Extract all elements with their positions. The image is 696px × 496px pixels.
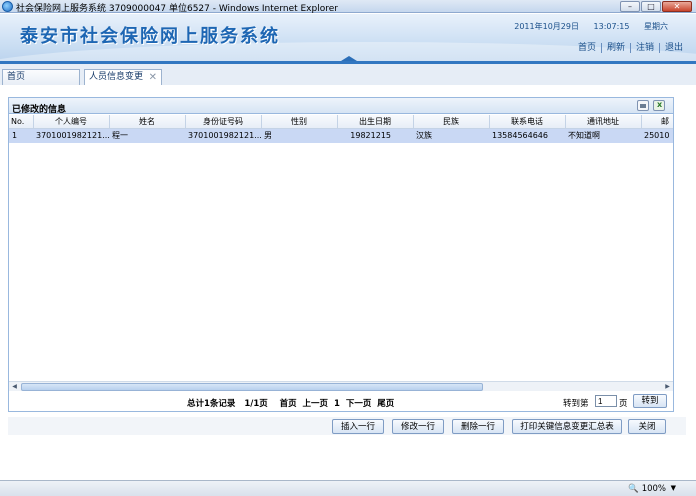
- table-row[interactable]: 1 3701001982121... 程一 3701001982121... 男…: [9, 128, 673, 143]
- grid-caption: 已修改的信息: [12, 105, 67, 115]
- pager-first[interactable]: 首页: [280, 399, 297, 409]
- cell-address: 不知道啊: [565, 128, 641, 143]
- edit-row-button[interactable]: 修改一行: [392, 419, 444, 434]
- goto-label: 转到第: [563, 399, 589, 409]
- goto-button[interactable]: 转到: [633, 394, 667, 408]
- tab-home-label: 首页: [7, 72, 26, 82]
- header-weekday: 星期六: [644, 22, 668, 31]
- tab-home[interactable]: 首页: [2, 69, 80, 85]
- cell-postcode: 25010: [641, 128, 673, 143]
- col-id-card[interactable]: 身份证号码: [185, 115, 262, 129]
- link-logout[interactable]: 注销: [629, 43, 659, 53]
- pager: 总计1条记录 1/1页 首页 上一页 1 下一页 尾页 转到第 页 转到: [8, 392, 674, 412]
- link-home[interactable]: 首页: [573, 43, 601, 53]
- header-date: 2011年10月29日: [514, 22, 579, 31]
- pager-summary: 总计1条记录 1/1页 首页 上一页 1 下一页 尾页: [187, 397, 394, 409]
- goto-unit: 页: [619, 399, 628, 409]
- cell-no: 1: [9, 128, 33, 143]
- tab-close-icon[interactable]: ✕: [149, 70, 157, 85]
- cell-id-card: 3701001982121...: [185, 128, 261, 143]
- maximize-icon[interactable]: □: [641, 1, 661, 12]
- delete-row-button[interactable]: 删除一行: [452, 419, 504, 434]
- zoom-level[interactable]: 🔍 100%: [628, 484, 666, 494]
- goto-page-input[interactable]: [595, 395, 617, 407]
- close-button[interactable]: 关闭: [628, 419, 666, 434]
- col-birthdate[interactable]: 出生日期: [337, 115, 414, 129]
- header-links: 首页 刷新 注销 退出: [573, 40, 688, 53]
- app-title: 泰安市社会保险网上服务系统: [20, 26, 280, 47]
- cell-ethnicity: 汉族: [413, 128, 489, 143]
- pager-last[interactable]: 尾页: [377, 399, 394, 409]
- close-window-icon[interactable]: ✕: [662, 1, 692, 12]
- col-name[interactable]: 姓名: [109, 115, 186, 129]
- window-title: 社会保险网上服务系统 3709000047 单位6527 - Windows I…: [16, 4, 338, 14]
- header-datetime: 2011年10月29日 13:07:15 星期六: [502, 21, 668, 32]
- link-refresh[interactable]: 刷新: [600, 43, 630, 53]
- grid-table: No. 个人编号 姓名 身份证号码 性别 出生日期 民族 联系电话 通讯地址 邮: [9, 115, 673, 143]
- pager-pages: 1/1页: [244, 399, 268, 409]
- insert-row-button[interactable]: 插入一行: [332, 419, 384, 434]
- app-header: 泰安市社会保险网上服务系统 2011年10月29日 13:07:15 星期六 首…: [0, 14, 696, 61]
- minimize-icon[interactable]: –: [620, 1, 640, 12]
- action-bar: 插入一行 修改一行 删除一行 打印关键信息变更汇总表 关闭: [8, 417, 686, 435]
- browser-statusbar: 🔍 100% ▼: [0, 480, 696, 496]
- modified-info-grid: 已修改的信息 No. 个人编号 姓名 身份证号码 性别 出生日期: [8, 97, 674, 397]
- pager-next[interactable]: 下一页: [346, 399, 372, 409]
- zoom-dropdown-icon[interactable]: ▼: [671, 484, 676, 492]
- zoom-value: 100%: [641, 484, 666, 494]
- window-titlebar: 社会保险网上服务系统 3709000047 单位6527 - Windows I…: [0, 0, 696, 14]
- tab-bar: 首页 人员信息变更 ✕: [0, 61, 696, 85]
- scroll-thumb[interactable]: [21, 383, 483, 391]
- col-ethnicity[interactable]: 民族: [413, 115, 490, 129]
- cell-phone: 13584564646: [489, 128, 565, 143]
- grid-header-row: No. 个人编号 姓名 身份证号码 性别 出生日期 民族 联系电话 通讯地址 邮: [9, 115, 673, 129]
- excel-export-icon[interactable]: [653, 100, 665, 111]
- ie-logo-icon: [2, 1, 13, 12]
- print-summary-button[interactable]: 打印关键信息变更汇总表: [512, 419, 622, 434]
- pager-current: 1: [333, 399, 340, 409]
- col-no[interactable]: No.: [9, 115, 34, 129]
- scroll-left-icon[interactable]: ◀: [10, 383, 19, 391]
- col-person-id[interactable]: 个人编号: [33, 115, 110, 129]
- cell-gender: 男: [261, 128, 337, 143]
- link-exit[interactable]: 退出: [658, 43, 688, 53]
- cell-birthdate: 19821215: [337, 128, 413, 143]
- window-controls: – □ ✕: [620, 1, 692, 12]
- pager-prev[interactable]: 上一页: [303, 399, 329, 409]
- scroll-right-icon[interactable]: ▶: [663, 383, 672, 391]
- print-icon[interactable]: [637, 100, 649, 111]
- grid-body: No. 个人编号 姓名 身份证号码 性别 出生日期 民族 联系电话 通讯地址 邮: [9, 115, 673, 379]
- cell-person-id: 3701001982121...: [33, 128, 109, 143]
- header-time: 13:07:15: [593, 22, 630, 31]
- tab-person-info-change-label: 人员信息变更: [89, 72, 144, 82]
- pager-total: 总计1条记录: [187, 399, 236, 409]
- col-address[interactable]: 通讯地址: [565, 115, 642, 129]
- grid-header: 已修改的信息: [9, 98, 673, 115]
- tab-person-info-change[interactable]: 人员信息变更 ✕: [84, 69, 162, 85]
- col-postcode[interactable]: 邮: [641, 115, 673, 129]
- main-content: 已修改的信息 No. 个人编号 姓名 身份证号码 性别 出生日期: [0, 85, 696, 480]
- horizontal-scrollbar[interactable]: ◀ ▶: [9, 381, 673, 391]
- cell-name: 程一: [109, 128, 185, 143]
- col-gender[interactable]: 性别: [261, 115, 338, 129]
- col-phone[interactable]: 联系电话: [489, 115, 566, 129]
